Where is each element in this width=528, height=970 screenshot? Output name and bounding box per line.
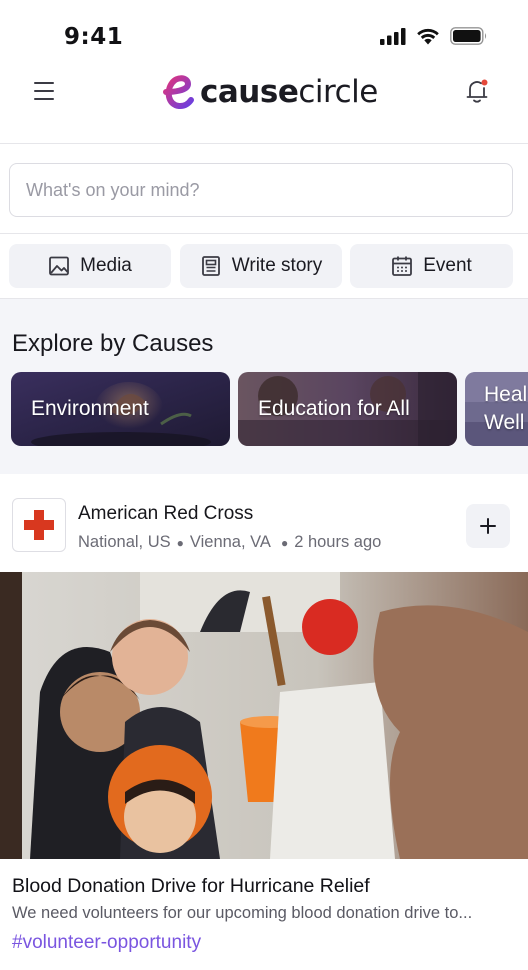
plus-icon <box>480 518 496 534</box>
explore-section: Explore by Causes Environment Education … <box>0 299 528 474</box>
red-cross-icon <box>24 510 54 540</box>
post-image[interactable] <box>0 572 528 859</box>
media-button[interactable]: Media <box>9 244 171 288</box>
post-location: Vienna, VA <box>189 533 271 551</box>
wifi-icon <box>417 28 439 45</box>
status-time: 9:41 <box>64 24 124 50</box>
post-title[interactable]: Blood Donation Drive for Hurricane Relie… <box>12 875 370 898</box>
app-header: causecircle <box>0 62 528 144</box>
status-bar: 9:41 <box>0 0 528 70</box>
battery-icon <box>450 27 487 45</box>
separator-dot-icon: ● <box>280 535 289 550</box>
hamburger-icon-line <box>34 82 54 84</box>
logo-word-cause: cause <box>200 74 299 110</box>
document-icon <box>201 256 220 276</box>
post-meta: National, US ● Vienna, VA ● 2 hours ago <box>78 533 381 552</box>
post-photo <box>0 572 528 859</box>
event-button-label: Event <box>423 255 472 276</box>
logo-text: causecircle <box>200 74 378 110</box>
hamburger-icon-line <box>34 90 54 92</box>
post-time: 2 hours ago <box>294 533 382 551</box>
separator-dot-icon: ● <box>176 535 184 550</box>
bell-icon <box>466 79 488 103</box>
calendar-icon <box>392 256 413 276</box>
cause-card-health[interactable]: Heal Well <box>465 372 528 446</box>
app-logo[interactable]: causecircle <box>158 72 378 112</box>
event-button[interactable]: Event <box>350 244 513 288</box>
post-hashtag[interactable]: #volunteer-opportunity <box>12 932 201 954</box>
whats-on-your-mind-input[interactable] <box>9 163 513 217</box>
notifications-button[interactable] <box>462 76 492 106</box>
cause-carousel[interactable]: Environment Education for All Heal Well <box>11 372 528 446</box>
post-excerpt: We need volunteers for our upcoming bloo… <box>12 904 473 922</box>
follow-button[interactable] <box>466 504 510 548</box>
menu-button[interactable] <box>30 76 60 106</box>
org-avatar[interactable] <box>12 498 66 552</box>
hamburger-icon-line <box>34 98 54 100</box>
org-name[interactable]: American Red Cross <box>78 503 253 525</box>
cause-label: Environment <box>31 397 149 420</box>
status-icons <box>380 27 488 45</box>
write-story-button-label: Write story <box>231 255 323 276</box>
write-story-button[interactable]: Write story <box>180 244 342 288</box>
cause-card-environment[interactable]: Environment <box>11 372 230 446</box>
logo-word-circle: circle <box>298 74 378 110</box>
signal-icon <box>380 27 406 45</box>
image-icon <box>49 256 70 276</box>
media-button-label: Media <box>80 255 132 276</box>
org-scope: National, US <box>78 533 171 551</box>
cause-card-education[interactable]: Education for All <box>238 372 457 446</box>
composer-actions: Media Write story Event <box>0 235 528 299</box>
cause-label: Education for All <box>258 397 410 420</box>
logo-mark-icon <box>163 75 194 110</box>
cause-label: Heal Well <box>484 383 528 434</box>
explore-title: Explore by Causes <box>12 330 214 357</box>
post-composer <box>0 146 528 234</box>
notification-dot-icon <box>481 79 488 86</box>
post-header: American Red Cross National, US ● Vienna… <box>0 474 528 572</box>
